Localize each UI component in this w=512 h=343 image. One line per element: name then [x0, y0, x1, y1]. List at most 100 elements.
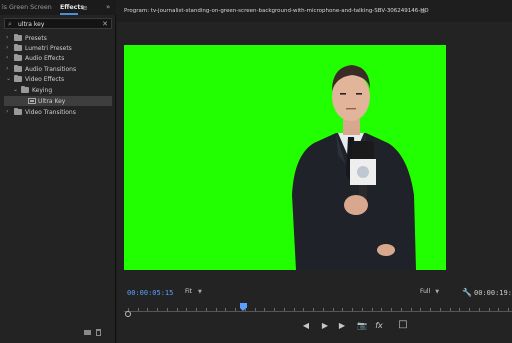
ruler-tick	[225, 308, 227, 311]
ruler-tick	[137, 308, 139, 311]
panel-overflow-icon[interactable]: »	[106, 3, 110, 11]
tree-item-audio-effects[interactable]: › Audio Effects	[0, 53, 112, 63]
chevron-down-icon[interactable]: ⌄	[6, 75, 11, 82]
monitor-title[interactable]: Program: tv-journalist-standing-on-green…	[124, 8, 429, 14]
chevron-down-icon: ▼	[198, 289, 202, 295]
ruler-tick	[196, 308, 198, 311]
ruler-tick	[303, 308, 305, 311]
tab-effects[interactable]: Effects	[60, 4, 84, 11]
monitor-header: Program: tv-journalist-standing-on-green…	[117, 0, 512, 22]
search-icon: ⌕	[8, 20, 12, 28]
zoom-level-dropdown[interactable]: Fit ▼	[185, 288, 215, 298]
ruler-tick	[391, 308, 393, 311]
tree-item-label: Keying	[32, 86, 53, 94]
ruler-tick	[166, 308, 168, 311]
folder-icon	[14, 33, 22, 41]
ruler-tick	[313, 308, 315, 311]
current-timecode[interactable]: 00:00:05:15	[127, 289, 173, 297]
playhead[interactable]	[240, 303, 248, 311]
zoom-scroll-handle[interactable]	[125, 311, 131, 317]
tree-item-ultra-key[interactable]: Ultra Key	[4, 96, 112, 106]
panel-tabbar: ìs Green Screen Effects ≡ »	[0, 0, 116, 15]
chevron-down-icon: ▼	[435, 289, 440, 295]
tree-item-keying[interactable]: ⌄ Keying	[0, 85, 112, 95]
folder-icon	[14, 107, 22, 115]
ruler-tick	[449, 308, 451, 311]
ruler-tick	[488, 308, 490, 311]
wrench-icon[interactable]: 🔧	[462, 288, 472, 297]
effects-panel: ìs Green Screen Effects ≡ » ⌕ ultra key …	[0, 0, 116, 343]
play-icon[interactable]: ▶	[319, 321, 331, 332]
chevron-right-icon[interactable]: ›	[6, 44, 8, 51]
chevron-right-icon[interactable]: ›	[6, 65, 8, 72]
ruler-tick	[498, 308, 500, 311]
chevron-right-icon[interactable]: ›	[6, 108, 8, 115]
ruler-tick	[361, 308, 363, 311]
tree-item-label: Presets	[25, 34, 47, 42]
search-query[interactable]: ultra key	[18, 21, 44, 28]
chevron-right-icon[interactable]: ›	[6, 34, 8, 41]
monitor-menu-icon[interactable]: ≡	[420, 7, 426, 15]
clear-search-icon[interactable]: ✕	[102, 20, 108, 28]
ruler-tick	[235, 308, 237, 311]
playback-resolution-dropdown[interactable]: Full ▼	[420, 288, 450, 298]
effects-search-input[interactable]: ⌕ ultra key ✕	[4, 18, 112, 29]
video-frame[interactable]	[124, 45, 446, 270]
tree-item-presets[interactable]: › Presets	[0, 33, 112, 43]
tree-item-label: Audio Effects	[25, 54, 65, 62]
tree-item-audio-transitions[interactable]: › Audio Transitions	[0, 64, 112, 74]
ruler-tick	[274, 308, 276, 311]
ruler-tick	[420, 308, 422, 311]
tree-item-label: Ultra Key	[38, 97, 66, 105]
tree-item-label: Audio Transitions	[25, 65, 77, 73]
active-tab-indicator	[60, 13, 78, 15]
tree-item-lumetri-presets[interactable]: › Lumetri Presets	[0, 43, 112, 53]
new-bin-icon[interactable]	[84, 330, 91, 335]
ruler-tick	[430, 308, 432, 311]
time-ruler[interactable]	[124, 302, 512, 314]
program-monitor: Program: tv-journalist-standing-on-green…	[117, 0, 512, 343]
ruler-tick	[410, 308, 412, 311]
folder-icon	[21, 85, 29, 93]
ruler-tick	[381, 308, 383, 311]
ruler-tick	[264, 308, 266, 311]
ruler-tick	[459, 308, 461, 311]
ruler-tick	[352, 308, 354, 311]
chevron-down-icon[interactable]: ⌄	[13, 86, 18, 93]
tree-item-video-effects[interactable]: ⌄ Video Effects	[0, 74, 112, 84]
step-forward-icon[interactable]: ▶	[336, 321, 348, 332]
step-back-icon[interactable]: ◀	[300, 321, 312, 332]
export-frame-icon[interactable]: 📷	[356, 321, 368, 332]
tree-item-label: Video Transitions	[25, 108, 76, 116]
ruler-tick	[157, 308, 159, 311]
tree-item-label: Lumetri Presets	[25, 44, 72, 52]
tree-item-video-transitions[interactable]: › Video Transitions	[0, 107, 112, 117]
fx-toggle-icon[interactable]: fx	[373, 321, 385, 332]
ruler-tick	[322, 308, 324, 311]
trash-icon[interactable]	[96, 329, 101, 336]
chevron-right-icon[interactable]: ›	[6, 54, 8, 61]
effect-preset-icon	[28, 98, 36, 104]
ruler-tick	[215, 308, 217, 311]
safe-margins-icon[interactable]: □	[397, 319, 409, 330]
ruler-tick	[342, 308, 344, 311]
ruler-baseline	[124, 311, 512, 312]
ruler-tick	[371, 308, 373, 311]
folder-icon	[14, 64, 22, 72]
tab-green-screen[interactable]: ìs Green Screen	[2, 4, 52, 11]
panel-menu-icon[interactable]: ≡	[82, 4, 88, 12]
resolution-value: Full	[420, 288, 431, 295]
folder-icon	[14, 74, 22, 82]
ruler-tick	[205, 308, 207, 311]
folder-icon	[14, 53, 22, 61]
ruler-tick	[332, 308, 334, 311]
ruler-tick	[283, 308, 285, 311]
zoom-level-value: Fit	[185, 288, 193, 295]
ruler-tick	[186, 308, 188, 311]
ruler-tick	[176, 308, 178, 311]
ruler-tick	[469, 308, 471, 311]
reporter-image	[124, 45, 446, 270]
ruler-tick	[508, 308, 509, 311]
ruler-tick	[254, 308, 256, 311]
ruler-tick	[439, 308, 441, 311]
